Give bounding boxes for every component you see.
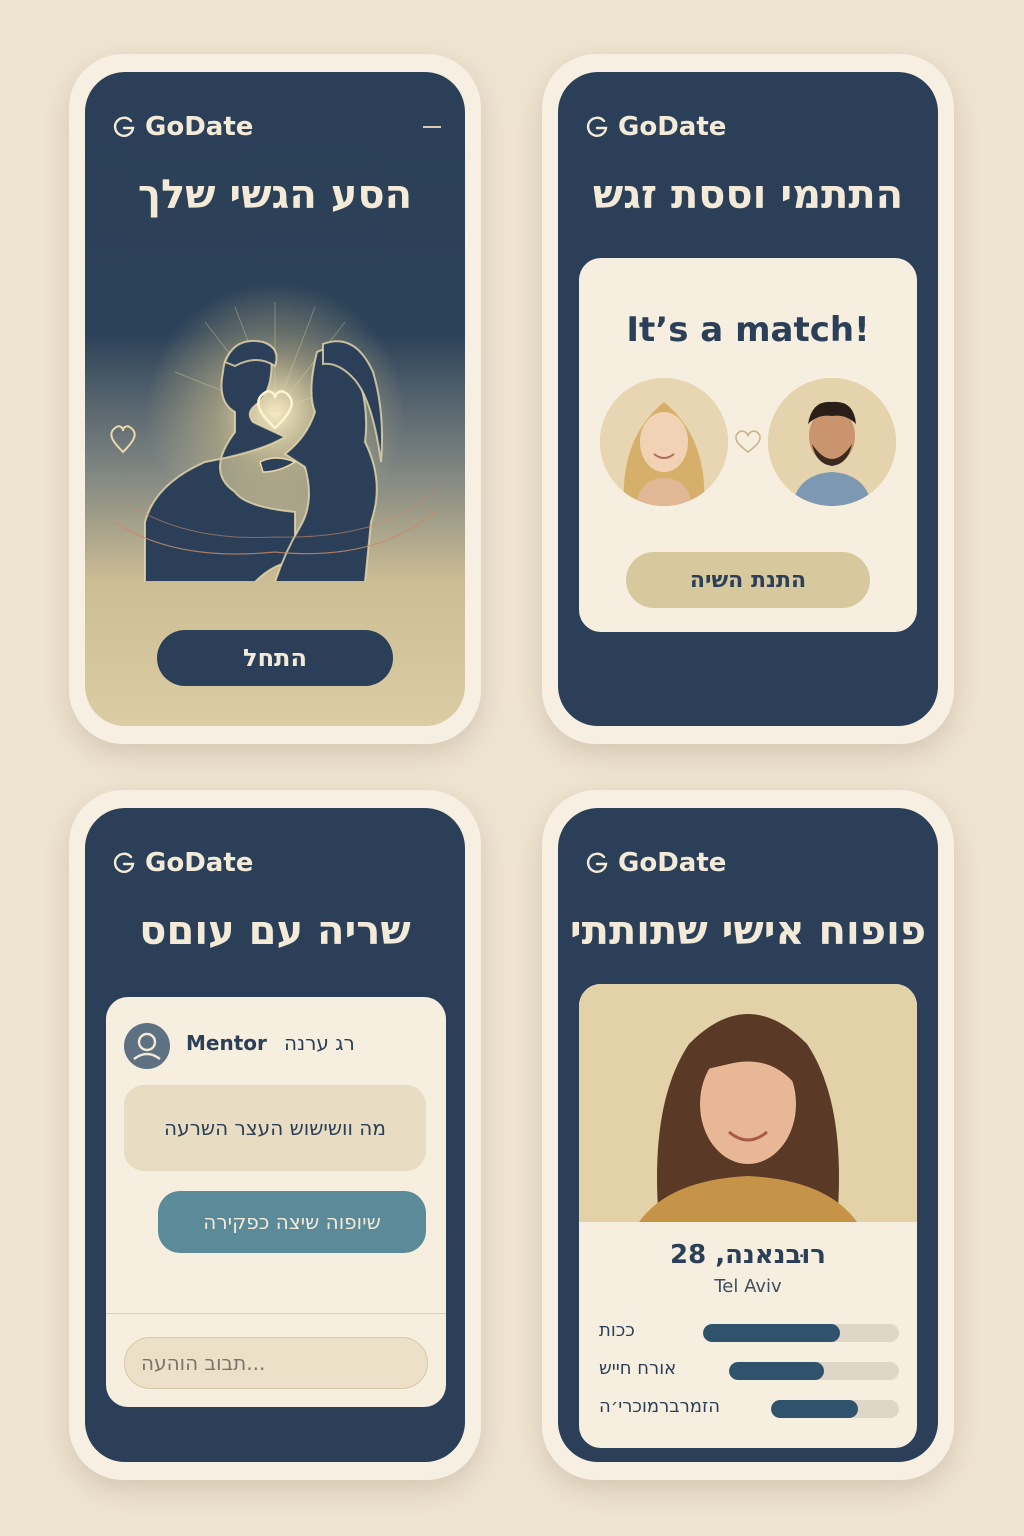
page-title: הסע הגשי שלך (137, 172, 413, 218)
profile-name: רוּבנאנה, 28 (670, 1240, 826, 1270)
chat-panel: Mentor רג ערנה מה וושישוש העצר השרעה שיו… (106, 997, 446, 1407)
divider (106, 1313, 446, 1314)
phone-match: GoDate התתמי וססת זגש It’s a match! התנת… (542, 54, 954, 744)
profile-screen: GoDate פופוח אישי שתותתי רוּבנאנה, 28 Te… (558, 808, 938, 1462)
mentor-name: Mentor (186, 1031, 267, 1055)
mentor-avatar[interactable] (124, 1023, 170, 1069)
trait-row: הזמרברמוכרי׳ה (599, 1396, 899, 1422)
start-chat-button[interactable]: התנת השיה (626, 552, 870, 608)
profile-card: רוּבנאנה, 28 Tel Aviv ככות אורח חייש הזמ… (579, 984, 917, 1448)
trait-bar-fill (703, 1324, 841, 1342)
outgoing-message: שיופוה שיצה כפקירה (158, 1191, 426, 1253)
trait-label: אורח חייש (599, 1358, 677, 1379)
match-screen: GoDate התתמי וססת זגש It’s a match! התנת… (558, 72, 938, 726)
g-logo-icon (586, 116, 608, 137)
brand-logo: GoDate (584, 848, 726, 878)
avatar-woman[interactable] (600, 378, 728, 506)
start-button[interactable]: התחל (157, 630, 393, 686)
brand-name: GoDate (618, 112, 727, 142)
trait-row: אורח חייש (599, 1358, 899, 1384)
phone-profile: GoDate פופוח אישי שתותתי רוּבנאנה, 28 Te… (542, 790, 954, 1480)
trait-bar-fill (771, 1400, 859, 1418)
trait-bar (771, 1400, 899, 1418)
profile-photo[interactable] (579, 984, 917, 1222)
phone-welcome: GoDate הסע הגשי שלך התחל (69, 54, 481, 744)
page-title: פופוח אישי שתותתי (569, 908, 927, 954)
chat-screen: GoDate שריה עם עוםס Mentor רג ערנה מה וו… (85, 808, 465, 1462)
brand-logo: GoDate (111, 848, 253, 878)
heart-icon (735, 430, 761, 453)
page-title: התתמי וססת זגש (592, 172, 904, 218)
incoming-message: מה וושישוש העצר השרעה (124, 1085, 426, 1171)
trait-bar-fill (729, 1362, 825, 1380)
g-logo-icon (113, 852, 135, 873)
phone-chat: GoDate שריה עם עוםס Mentor רג ערנה מה וו… (69, 790, 481, 1480)
g-logo-icon (113, 116, 135, 137)
page-title: שריה עם עוםס (139, 908, 411, 954)
trait-bar (729, 1362, 899, 1380)
match-card: It’s a match! התנת השיה (579, 258, 917, 632)
brand-name: GoDate (145, 112, 254, 142)
brand-name: GoDate (145, 848, 254, 878)
mentor-header: Mentor רג ערנה (124, 1021, 428, 1069)
menu-icon[interactable] (423, 126, 441, 128)
g-logo-icon (586, 852, 608, 873)
match-title: It’s a match! (626, 310, 870, 350)
profile-city: Tel Aviv (714, 1276, 782, 1297)
avatar-man[interactable] (768, 378, 896, 506)
mentor-label: רג ערנה (284, 1031, 355, 1055)
brand-name: GoDate (618, 848, 727, 878)
trait-label: הזמרברמוכרי׳ה (599, 1396, 721, 1417)
trait-bar (703, 1324, 899, 1342)
brand-logo: GoDate (111, 112, 253, 142)
trait-label: ככות (599, 1320, 635, 1341)
trait-row: ככות (599, 1320, 899, 1346)
brand-logo: GoDate (584, 112, 726, 142)
couple-illustration (110, 282, 441, 582)
welcome-screen: GoDate הסע הגשי שלך התחל (85, 72, 465, 726)
message-input[interactable] (124, 1337, 428, 1389)
